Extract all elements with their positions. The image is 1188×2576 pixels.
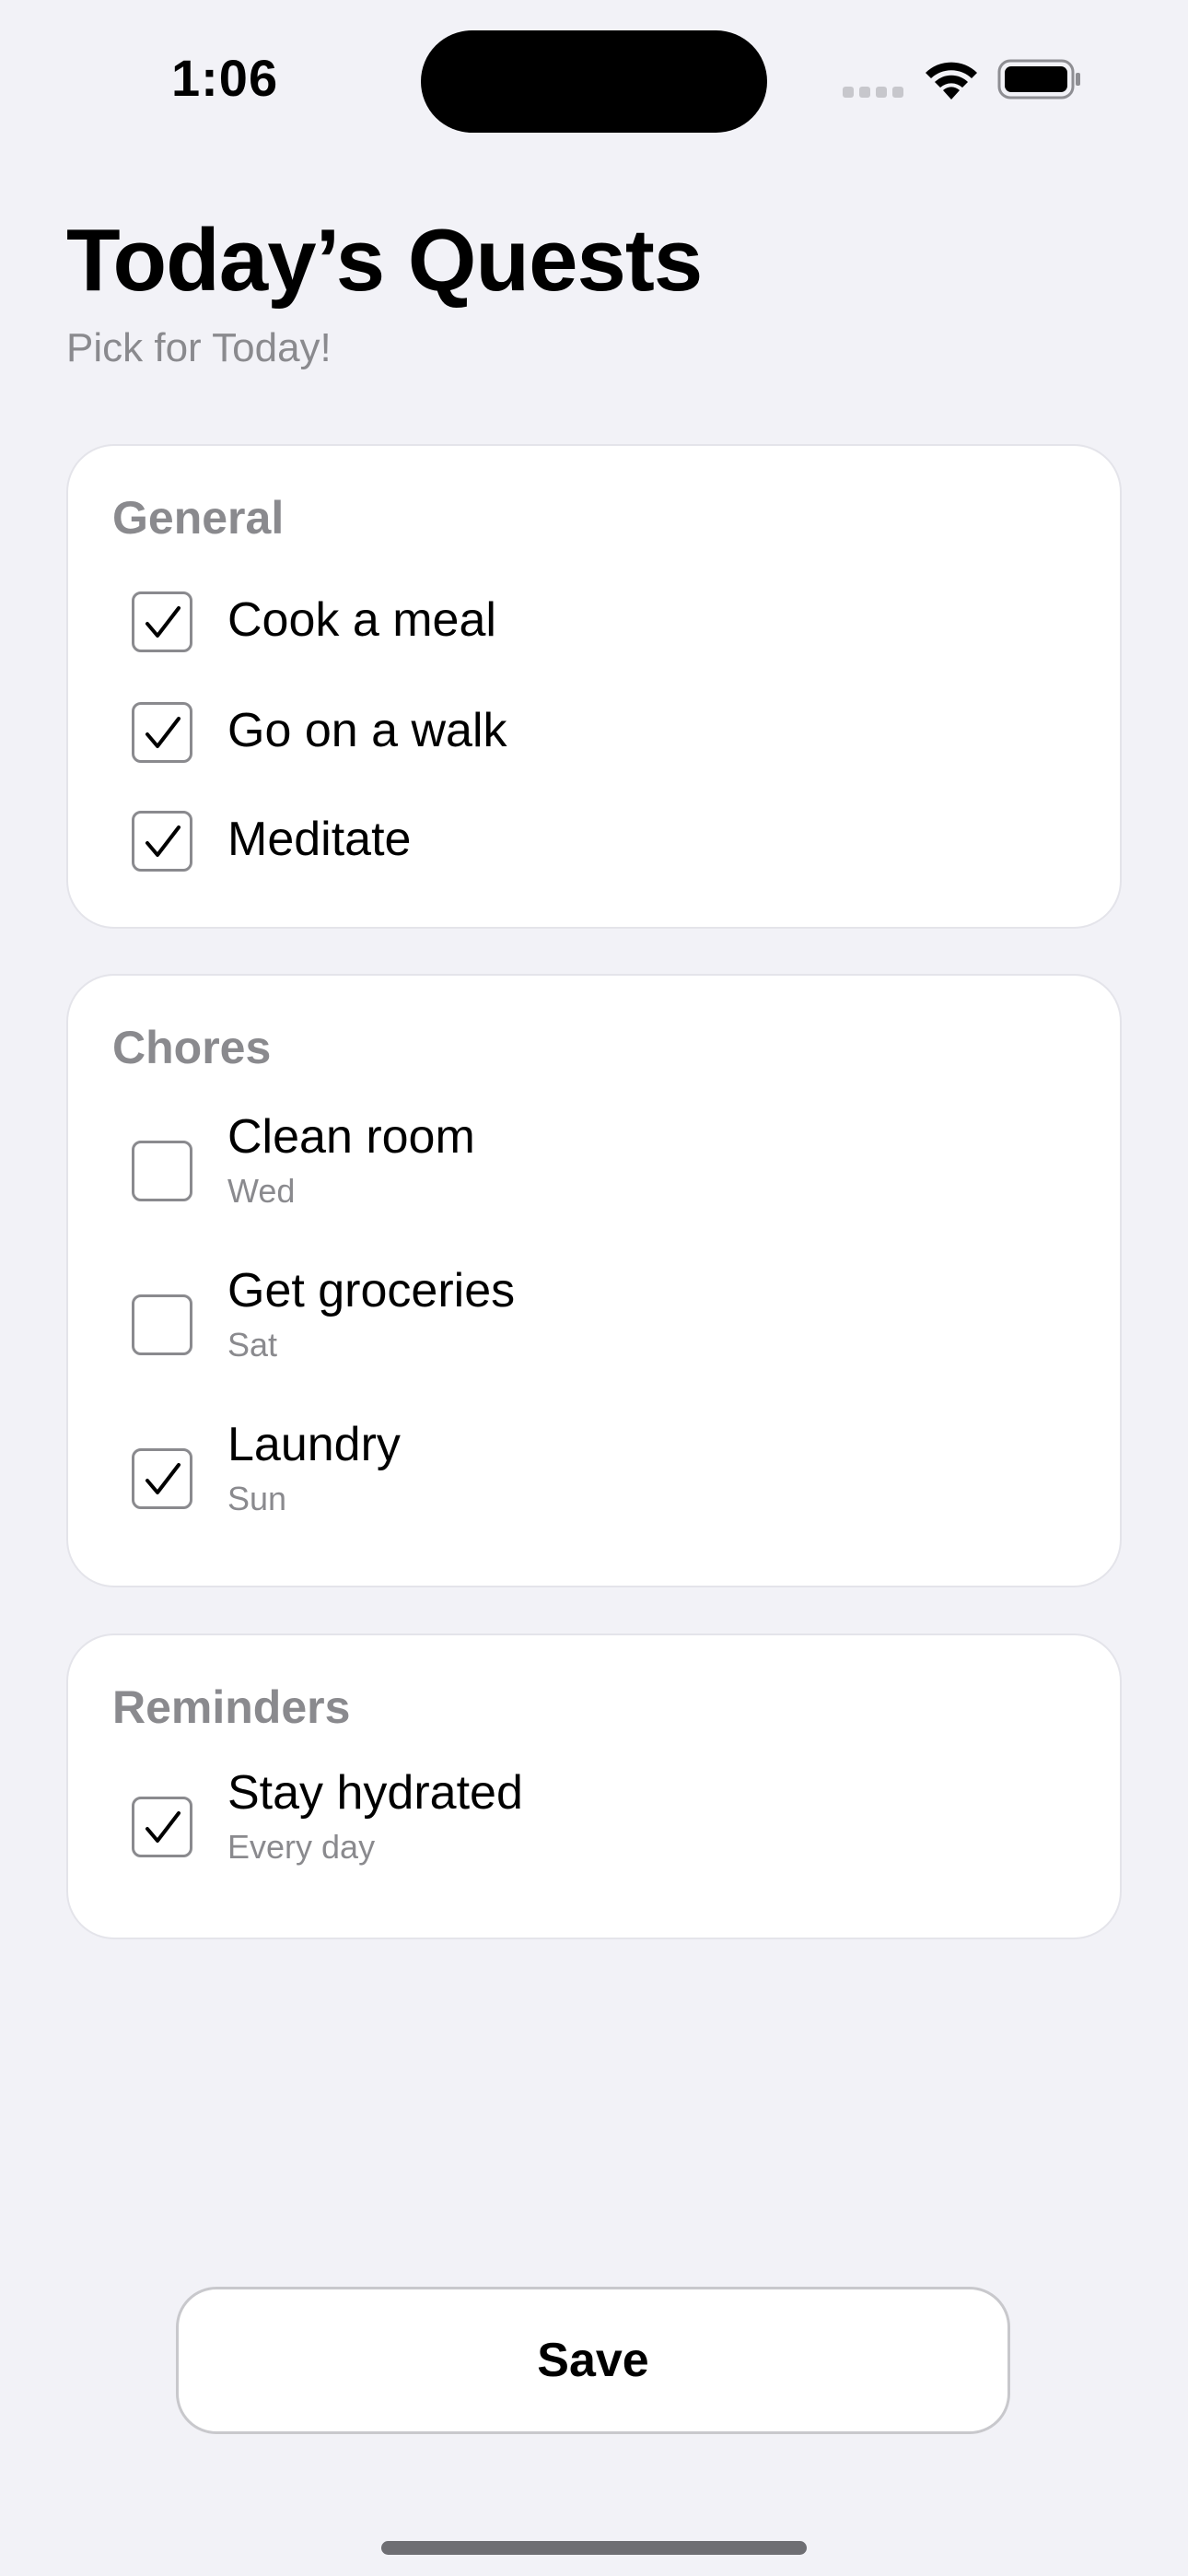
checkmark-icon xyxy=(146,1811,181,1843)
quest-item-laundry[interactable]: Laundry Sun xyxy=(68,1416,1120,1536)
status-time: 1:06 xyxy=(171,49,279,107)
quest-item-cook-a-meal[interactable]: Cook a meal xyxy=(68,580,1120,663)
quest-item-meditate[interactable]: Meditate xyxy=(68,800,1120,883)
quest-label: Meditate xyxy=(227,813,412,866)
quest-item-stay-hydrated[interactable]: Stay hydrated Every day xyxy=(68,1764,1120,1884)
quest-label: Laundry xyxy=(227,1418,401,1471)
page-subtitle: Pick for Today! xyxy=(66,325,332,370)
status-bar: 1:06 xyxy=(0,0,1188,157)
checkmark-icon xyxy=(146,1463,181,1494)
section-title-reminders: Reminders xyxy=(112,1681,351,1733)
checkbox[interactable] xyxy=(132,702,192,763)
quest-label: Cook a meal xyxy=(227,593,496,647)
checkmark-icon xyxy=(146,717,181,748)
quest-item-go-on-a-walk[interactable]: Go on a walk xyxy=(68,691,1120,774)
quest-day: Every day xyxy=(227,1828,376,1866)
checkbox[interactable] xyxy=(132,1294,192,1355)
quest-label: Clean room xyxy=(227,1110,475,1164)
quest-label: Go on a walk xyxy=(227,704,507,757)
home-indicator[interactable] xyxy=(381,2541,807,2555)
battery-icon xyxy=(997,59,1080,100)
quest-label: Stay hydrated xyxy=(227,1766,523,1820)
checkbox[interactable] xyxy=(132,1141,192,1201)
save-button[interactable]: Save xyxy=(176,2287,1010,2434)
quest-item-clean-room[interactable]: Clean room Wed xyxy=(68,1108,1120,1228)
dynamic-island xyxy=(421,30,767,133)
cellular-signal-icon xyxy=(843,87,903,98)
quest-day: Sat xyxy=(227,1326,278,1364)
quest-item-get-groceries[interactable]: Get groceries Sat xyxy=(68,1262,1120,1382)
wifi-icon xyxy=(926,62,977,100)
quest-day: Wed xyxy=(227,1172,296,1210)
chores-section-card: Chores Clean room Wed Get groceries Sat … xyxy=(66,974,1122,1587)
checkmark-icon xyxy=(146,606,181,638)
general-section-card: General Cook a meal Go on a walk Meditat… xyxy=(66,444,1122,929)
reminders-section-card: Reminders Stay hydrated Every day xyxy=(66,1633,1122,1939)
checkbox[interactable] xyxy=(132,811,192,872)
checkbox[interactable] xyxy=(132,591,192,652)
quest-day: Sun xyxy=(227,1480,287,1517)
section-title-general: General xyxy=(112,492,285,544)
page-title: Today’s Quests xyxy=(66,211,703,310)
checkbox[interactable] xyxy=(132,1448,192,1509)
section-title-chores: Chores xyxy=(112,1022,272,1073)
checkmark-icon xyxy=(146,825,181,857)
quest-label: Get groceries xyxy=(227,1264,516,1317)
checkbox[interactable] xyxy=(132,1797,192,1857)
